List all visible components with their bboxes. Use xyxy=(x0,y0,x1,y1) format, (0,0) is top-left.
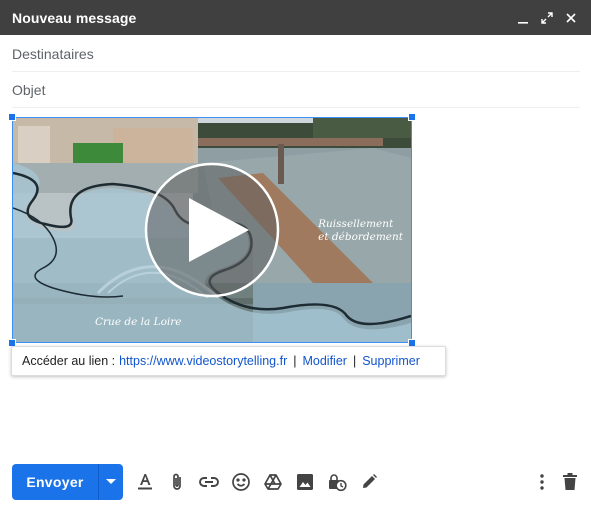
separator: | xyxy=(293,354,297,368)
formatting-options-icon[interactable] xyxy=(133,470,157,494)
confidential-mode-icon[interactable] xyxy=(325,470,349,494)
recipients-row xyxy=(12,36,580,72)
insert-photo-icon[interactable] xyxy=(293,470,317,494)
video-caption-left: Crue de la Loire xyxy=(95,316,182,328)
link-tooltip: Accéder au lien : https://www.videostory… xyxy=(11,346,446,376)
more-options-icon[interactable] xyxy=(530,470,554,494)
compose-title: Nouveau message xyxy=(12,9,137,26)
caret-down-icon xyxy=(106,479,116,484)
signature-pen-icon[interactable] xyxy=(357,470,381,494)
separator: | xyxy=(352,354,357,368)
google-drive-icon[interactable] xyxy=(261,470,285,494)
schedule-send-dropdown[interactable] xyxy=(98,464,123,500)
compose-header: Nouveau message xyxy=(0,0,591,35)
minimize-icon[interactable] xyxy=(511,6,535,30)
edit-link-button[interactable]: Modifier xyxy=(302,354,346,368)
send-button-group: Envoyer xyxy=(12,464,123,500)
emoji-icon[interactable] xyxy=(229,470,253,494)
resize-handle-top-right[interactable] xyxy=(408,113,416,121)
discard-draft-icon[interactable] xyxy=(558,470,582,494)
video-caption-right: Ruissellement et débordement xyxy=(318,218,403,244)
video-caption-right-line2: et débordement xyxy=(318,231,403,243)
send-button[interactable]: Envoyer xyxy=(12,464,98,500)
recipients-input[interactable] xyxy=(12,45,580,62)
compose-toolbar: Envoyer xyxy=(0,462,591,502)
video-thumbnail[interactable]: Ruissellement et débordement Crue de la … xyxy=(8,113,416,347)
expand-icon[interactable] xyxy=(535,6,559,30)
link-tooltip-label: Accéder au lien : xyxy=(22,354,116,368)
subject-row xyxy=(12,72,580,108)
window-controls xyxy=(511,0,583,35)
video-caption-right-line1: Ruissellement xyxy=(318,218,394,230)
close-icon[interactable] xyxy=(559,6,583,30)
link-url[interactable]: https://www.videostorytelling.fr xyxy=(119,354,287,368)
attach-file-icon[interactable] xyxy=(165,470,189,494)
subject-input[interactable] xyxy=(12,81,580,98)
insert-link-icon[interactable] xyxy=(197,470,221,494)
remove-link-button[interactable]: Supprimer xyxy=(362,354,420,368)
resize-handle-top-left[interactable] xyxy=(8,113,16,121)
